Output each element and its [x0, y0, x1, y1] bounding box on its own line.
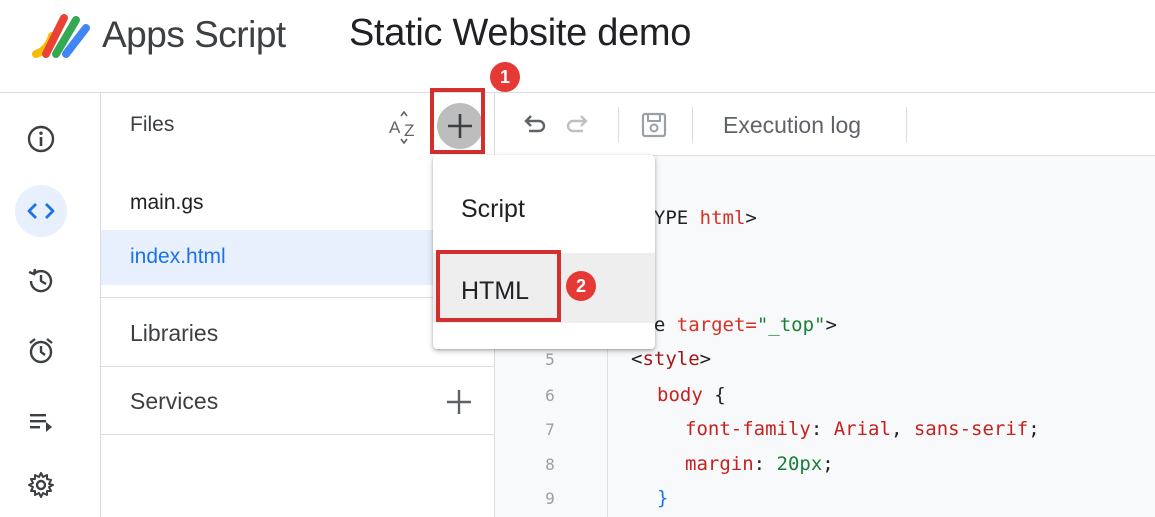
menu-item-label: Script [461, 195, 525, 223]
execution-log-button[interactable]: Execution log [723, 112, 861, 139]
toolbar-separator [618, 107, 619, 143]
code-line: <style> [631, 348, 712, 370]
rail-settings-button[interactable] [15, 459, 67, 511]
editor-toolbar: Execution log [495, 93, 1155, 156]
undo-button[interactable] [519, 111, 547, 139]
files-heading: Files [130, 113, 175, 136]
toolbar-separator [906, 107, 907, 143]
code-line: margin: 20px; [685, 453, 834, 475]
code-line: body { [657, 384, 726, 406]
sort-az-icon: AZ [387, 111, 423, 145]
file-name: index.html [130, 245, 226, 268]
add-service-button[interactable] [442, 385, 476, 419]
line-number: 6 [545, 386, 555, 405]
left-nav-rail [0, 93, 101, 517]
annotation-highlight-box [436, 250, 561, 322]
alarm-icon [26, 336, 56, 366]
line-number: 7 [545, 420, 555, 439]
line-number: 8 [545, 455, 555, 474]
code-line: ase target="_top"> [631, 314, 837, 336]
rail-executions-button[interactable] [15, 395, 67, 447]
rail-overview-button[interactable] [15, 113, 67, 165]
divider [101, 434, 494, 435]
divider [101, 366, 494, 367]
undo-icon [519, 111, 547, 139]
rail-triggers-button[interactable] [15, 255, 67, 307]
file-name: main.gs [130, 191, 204, 214]
rail-alarm-button[interactable] [15, 325, 67, 377]
menu-item-script[interactable]: Script [433, 173, 655, 243]
rail-editor-button[interactable] [15, 185, 67, 237]
project-title[interactable]: Static Website demo [349, 12, 691, 55]
annotation-marker-2: 2 [566, 271, 596, 301]
save-icon [639, 110, 669, 140]
save-button[interactable] [639, 110, 669, 140]
annotation-marker-1: 1 [490, 62, 520, 92]
code-line: font-family: Arial, sans-serif; [685, 418, 1040, 440]
sort-files-button[interactable]: AZ [387, 111, 423, 145]
redo-icon [565, 111, 593, 139]
code-line: } [657, 487, 669, 509]
services-heading: Services [130, 388, 219, 414]
executions-icon [26, 406, 56, 436]
line-number: 9 [545, 489, 555, 508]
line-number: 5 [545, 350, 555, 369]
apps-script-logo [32, 10, 92, 60]
libraries-heading: Libraries [130, 320, 219, 346]
redo-button[interactable] [565, 111, 593, 139]
gear-icon [26, 470, 56, 500]
code-icon [26, 199, 56, 223]
info-icon [26, 124, 56, 154]
svg-text:Z: Z [404, 121, 414, 140]
plus-icon [442, 385, 476, 419]
toolbar-separator [692, 107, 693, 143]
svg-text:A: A [389, 118, 401, 137]
app-name: Apps Script [102, 14, 286, 55]
annotation-highlight-box [430, 88, 485, 154]
history-icon [26, 266, 56, 296]
